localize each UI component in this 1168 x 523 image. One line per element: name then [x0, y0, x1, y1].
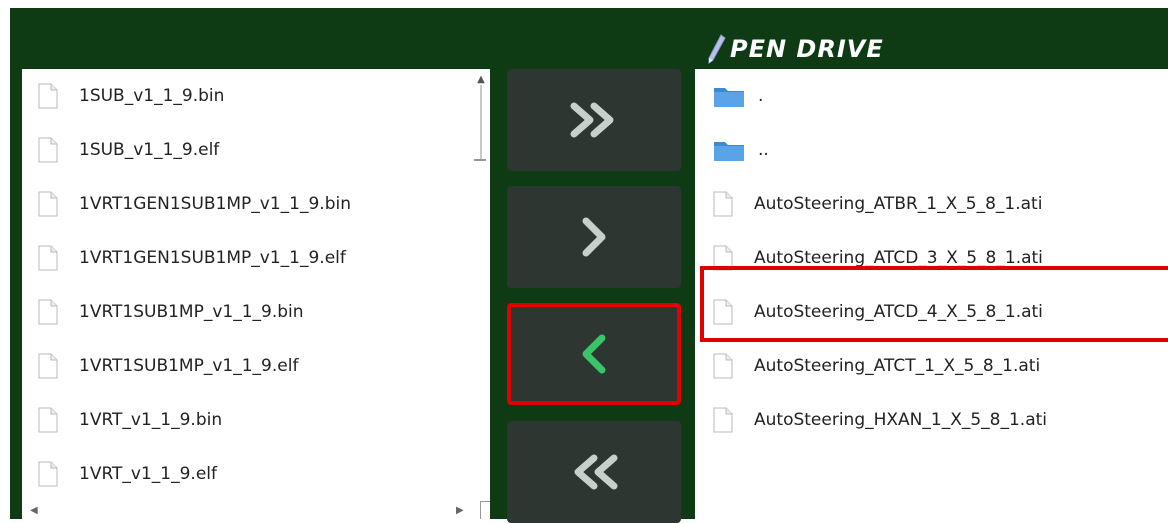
file-icon: [38, 191, 58, 217]
file-icon: [38, 353, 58, 379]
list-item[interactable]: 1SUB_v1_1_9.elf: [22, 123, 472, 177]
copy-all-right-button[interactable]: [507, 69, 681, 171]
list-item-label: AutoSteering_HXAN_1_X_5_8_1.ati: [754, 410, 1048, 430]
list-item[interactable]: AutoSteering_ATBR_1_X_5_8_1.ati: [695, 177, 1168, 231]
list-item[interactable]: AutoSteering_ATCT_1_X_5_8_1.ati: [695, 339, 1168, 393]
file-icon: [38, 245, 58, 271]
list-item[interactable]: AutoSteering_ATCD_4_X_5_8_1.ati: [695, 285, 1168, 339]
copy-right-button[interactable]: [507, 186, 681, 288]
list-item-label: AutoSteering_ATCD_3_X_5_8_1.ati: [754, 248, 1043, 268]
pen-icon: [708, 34, 726, 64]
list-item-label: AutoSteering_ATCT_1_X_5_8_1.ati: [754, 356, 1041, 376]
file-icon: [713, 353, 733, 379]
file-icon: [38, 461, 58, 487]
scroll-up-arrow-icon[interactable]: ▲: [474, 75, 488, 85]
file-icon: [713, 245, 733, 271]
list-item-label: AutoSteering_ATCD_4_X_5_8_1.ati: [754, 302, 1043, 322]
list-item[interactable]: 1VRT_v1_1_9.bin: [22, 393, 472, 447]
list-item[interactable]: AutoSteering_ATCD_3_X_5_8_1.ati: [695, 231, 1168, 285]
file-icon: [38, 83, 58, 109]
list-item[interactable]: 1VRT1SUB1MP_v1_1_9.elf: [22, 339, 472, 393]
list-item-label: 1SUB_v1_1_9.elf: [79, 140, 220, 160]
file-icon: [38, 137, 58, 163]
chevron-left-icon: [582, 334, 606, 374]
folder-icon: [713, 84, 745, 108]
list-item-label: 1VRT1SUB1MP_v1_1_9.bin: [79, 302, 304, 322]
scrollbar-track[interactable]: [480, 85, 482, 161]
copy-left-button[interactable]: [507, 303, 681, 405]
file-icon: [38, 407, 58, 433]
destination-file-list[interactable]: ... AutoSteering_ATBR_1_X_5_8_1.ati AutoSt…: [695, 69, 1168, 519]
vertical-scrollbar[interactable]: ▲: [474, 75, 488, 161]
file-icon: [713, 407, 733, 433]
list-item[interactable]: ..: [695, 123, 1168, 177]
list-item[interactable]: 1VRT1GEN1SUB1MP_v1_1_9.elf: [22, 231, 472, 285]
scroll-right-arrow-icon[interactable]: ▶: [456, 505, 464, 516]
folder-icon: [713, 138, 745, 162]
chevron-right-icon: [582, 217, 606, 257]
horizontal-scrollbar[interactable]: ◀ ▶: [30, 501, 490, 519]
list-item-label: 1VRT_v1_1_9.elf: [79, 464, 217, 484]
list-item-label: ..: [758, 140, 769, 160]
list-item[interactable]: 1VRT1GEN1SUB1MP_v1_1_9.bin: [22, 177, 472, 231]
double-chevron-right-icon: [570, 102, 614, 138]
list-item[interactable]: 1VRT1SUB1MP_v1_1_9.bin: [22, 285, 472, 339]
list-item[interactable]: AutoSteering_HXAN_1_X_5_8_1.ati: [695, 393, 1168, 447]
scrollbar-corner: [480, 501, 490, 519]
double-chevron-left-icon: [574, 454, 618, 490]
list-item[interactable]: 1SUB_v1_1_9.bin: [22, 69, 472, 123]
list-item[interactable]: 1VRT_v1_1_9.elf: [22, 447, 472, 501]
list-item-label: 1VRT_v1_1_9.bin: [79, 410, 223, 430]
scrollbar-thumb[interactable]: [474, 159, 486, 161]
file-icon: [38, 299, 58, 325]
file-icon: [713, 299, 733, 325]
copy-all-left-button[interactable]: [507, 421, 681, 523]
source-file-list[interactable]: 1SUB_v1_1_9.bin 1SUB_v1_1_9.elf 1VRT1GEN1S…: [22, 69, 490, 519]
drive-title-text: PEN DRIVE: [730, 35, 884, 63]
list-item-label: 1VRT1GEN1SUB1MP_v1_1_9.elf: [79, 248, 346, 268]
list-item-label: 1SUB_v1_1_9.bin: [79, 86, 225, 106]
list-item-label: AutoSteering_ATBR_1_X_5_8_1.ati: [754, 194, 1043, 214]
list-item[interactable]: .: [695, 69, 1168, 123]
scroll-left-arrow-icon[interactable]: ◀: [30, 505, 38, 516]
file-icon: [713, 191, 733, 217]
list-item-label: .: [758, 86, 764, 106]
list-item-label: 1VRT1GEN1SUB1MP_v1_1_9.bin: [79, 194, 351, 214]
list-item-label: 1VRT1SUB1MP_v1_1_9.elf: [79, 356, 299, 376]
drive-title: PEN DRIVE: [706, 32, 884, 66]
